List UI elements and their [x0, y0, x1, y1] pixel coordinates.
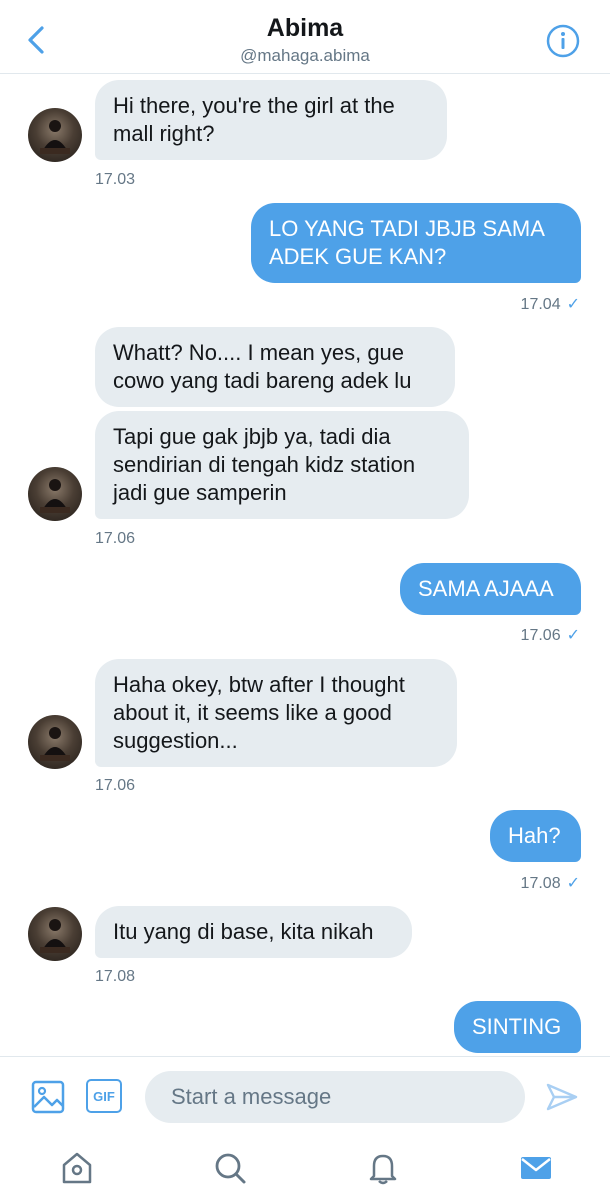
message-bubble-outgoing[interactable]: LO YANG TADI JBJB SAMA ADEK GUE KAN?	[251, 203, 581, 283]
info-icon[interactable]	[546, 24, 580, 58]
message-bubble-incoming[interactable]: Haha okey, btw after I thought about it,…	[95, 659, 457, 767]
message-timestamp: 17.04 ✓	[521, 294, 580, 314]
message-composer: GIF	[0, 1056, 610, 1136]
read-check-icon: ✓	[566, 627, 580, 644]
message-text: Whatt? No.... I mean yes, gue cowo yang …	[113, 340, 412, 393]
message-text: Itu yang di base, kita nikah	[113, 919, 374, 944]
message-timestamp: 17.08	[95, 968, 136, 985]
timestamp-text: 17.08	[520, 875, 561, 892]
message-text: Tapi gue gak jbjb ya, tadi dia sendirian…	[113, 424, 416, 505]
message-text: SAMA AJAAA	[418, 576, 554, 601]
message-bubble-outgoing[interactable]: SINTING	[454, 1001, 581, 1053]
message-input[interactable]	[145, 1071, 525, 1123]
timestamp-text: 17.06	[520, 627, 561, 644]
conversation-handle: @mahaga.abima	[240, 46, 370, 65]
message-bubble-incoming[interactable]: Hi there, you're the girl at the mall ri…	[95, 80, 447, 160]
avatar-photo	[40, 120, 70, 154]
message-timestamp: 17.06 ✓	[521, 625, 580, 645]
message-timestamp: 17.06	[95, 530, 136, 547]
message-bubble-incoming[interactable]: Whatt? No.... I mean yes, gue cowo yang …	[95, 327, 455, 407]
gif-icon[interactable]: GIF	[86, 1079, 122, 1113]
message-text: Hah?	[508, 823, 561, 848]
message-text: LO YANG TADI JBJB SAMA ADEK GUE KAN?	[269, 216, 544, 269]
home-icon[interactable]	[59, 1150, 95, 1186]
read-check-icon: ✓	[566, 875, 580, 892]
bottom-navigation	[0, 1136, 610, 1200]
avatar-photo	[40, 919, 70, 953]
message-timestamp: 17.03	[95, 171, 136, 188]
conversation-title[interactable]: Abima	[0, 14, 610, 43]
avatar-photo	[40, 479, 70, 513]
message-text: Haha okey, btw after I thought about it,…	[113, 672, 405, 753]
send-icon[interactable]	[544, 1079, 580, 1115]
avatar[interactable]	[28, 108, 82, 162]
message-text: Hi there, you're the girl at the mall ri…	[113, 93, 395, 146]
message-bubble-outgoing[interactable]: SAMA AJAAA	[400, 563, 581, 615]
message-bubble-incoming[interactable]: Tapi gue gak jbjb ya, tadi dia sendirian…	[95, 411, 469, 519]
message-timestamp: 17.06	[95, 777, 136, 794]
message-bubble-incoming[interactable]: Itu yang di base, kita nikah	[95, 906, 412, 958]
search-icon[interactable]	[212, 1150, 248, 1186]
bell-icon[interactable]	[365, 1150, 401, 1186]
read-check-icon: ✓	[566, 296, 580, 313]
avatar-photo	[40, 727, 70, 761]
avatar[interactable]	[28, 715, 82, 769]
message-text: SINTING	[472, 1014, 562, 1039]
message-timestamp: 17.08 ✓	[521, 873, 580, 893]
avatar[interactable]	[28, 467, 82, 521]
timestamp-text: 17.04	[520, 296, 561, 313]
image-icon[interactable]	[30, 1079, 66, 1115]
conversation-header: Abima @mahaga.abima	[0, 0, 610, 74]
avatar[interactable]	[28, 907, 82, 961]
message-bubble-outgoing[interactable]: Hah?	[490, 810, 581, 862]
mail-icon[interactable]	[518, 1150, 554, 1186]
